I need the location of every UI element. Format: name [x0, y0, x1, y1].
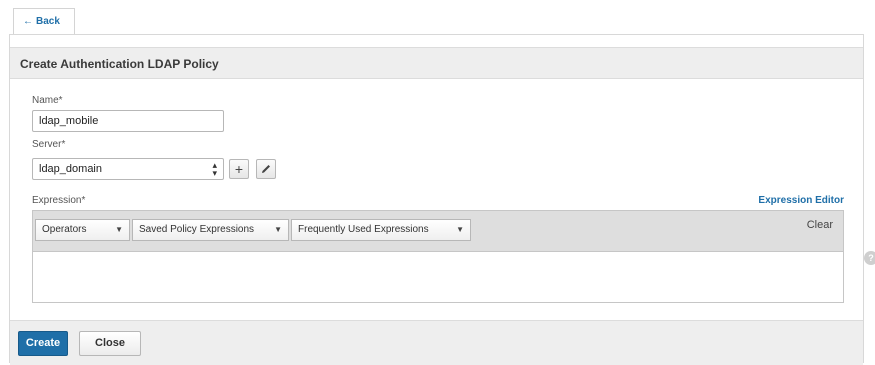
expression-label: Expression* — [32, 195, 86, 206]
operators-label: Operators — [42, 224, 87, 235]
pencil-icon — [262, 165, 270, 173]
create-policy-panel: Create Authentication LDAP Policy Name* … — [9, 34, 864, 365]
expression-box: Operators ▼ Saved Policy Expressions ▼ F… — [32, 210, 844, 303]
name-label: Name* — [32, 95, 63, 106]
panel-header: Create Authentication LDAP Policy — [10, 47, 863, 79]
edit-server-button[interactable] — [256, 159, 276, 179]
operators-dropdown[interactable]: Operators ▼ — [35, 219, 130, 241]
chevron-down-icon: ▼ — [115, 225, 123, 234]
frequently-used-expressions-label: Frequently Used Expressions — [298, 224, 429, 235]
back-link[interactable]: ← Back — [23, 16, 60, 27]
plus-icon: + — [234, 161, 244, 177]
page-title: Create Authentication LDAP Policy — [20, 57, 219, 71]
clear-button[interactable]: Clear — [807, 219, 833, 231]
name-input[interactable]: ldap_mobile — [32, 110, 224, 132]
create-button[interactable]: Create — [18, 331, 68, 356]
expression-toolbar: Operators ▼ Saved Policy Expressions ▼ F… — [33, 211, 843, 252]
server-label: Server* — [32, 139, 66, 150]
expression-editor-link[interactable]: Expression Editor — [758, 195, 844, 206]
footer-bar: Create Close — [10, 320, 863, 365]
expression-textarea[interactable] — [33, 252, 843, 302]
chevron-down-icon: ▼ — [274, 225, 282, 234]
frequently-used-expressions-dropdown[interactable]: Frequently Used Expressions ▼ — [291, 219, 471, 241]
chevron-down-icon: ▼ — [456, 225, 464, 234]
saved-policy-expressions-dropdown[interactable]: Saved Policy Expressions ▼ — [132, 219, 289, 241]
back-label: Back — [36, 16, 60, 27]
help-icon[interactable]: ? — [864, 251, 875, 265]
arrow-left-icon: ← — [23, 16, 33, 27]
saved-policy-expressions-label: Saved Policy Expressions — [139, 224, 255, 235]
select-arrows-icon: ▴ ▾ — [212, 160, 217, 178]
server-select[interactable]: ldap_domain ▴ ▾ — [32, 158, 224, 180]
close-button[interactable]: Close — [79, 331, 141, 356]
server-select-value: ldap_domain — [39, 163, 102, 175]
add-server-button[interactable]: + — [229, 159, 249, 179]
back-tab: ← Back — [13, 8, 75, 35]
